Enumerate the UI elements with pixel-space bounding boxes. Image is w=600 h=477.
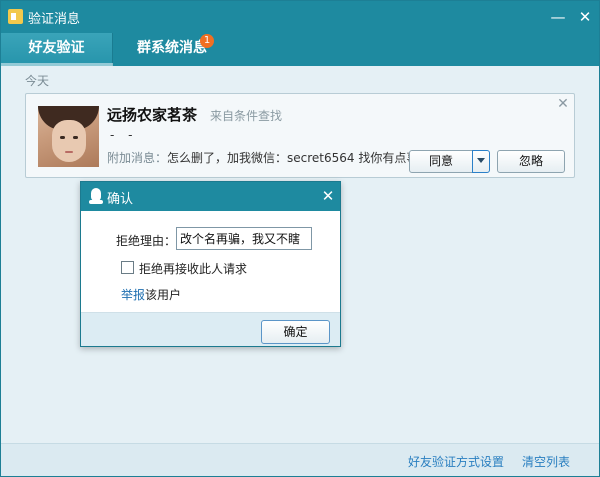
dialog-title: 确认 [107, 192, 134, 207]
minimize-button[interactable]: — [548, 7, 568, 27]
title-bar: 验证消息 — ✕ [1, 1, 599, 33]
close-icon[interactable]: ✕ [556, 97, 570, 111]
report-line: 举报该用户 [121, 286, 181, 303]
ok-button[interactable]: 确定 [261, 320, 330, 344]
extra-message: 附加消息：怎么删了，加我微信：secret6564 找你有点事 回复 [107, 149, 446, 166]
avatar-eye-right [73, 136, 78, 139]
requester-name[interactable]: 远扬农家茗茶 [107, 104, 197, 125]
report-link[interactable]: 举报 [121, 288, 145, 302]
unread-badge: 1 [200, 34, 214, 48]
penguin-icon-feet [89, 200, 103, 204]
block-requests-checkbox[interactable] [121, 261, 134, 274]
agree-dropdown-button[interactable] [472, 150, 490, 173]
block-requests-label[interactable]: 拒绝再接收此人请求 [139, 260, 247, 277]
close-window-button[interactable]: ✕ [575, 7, 595, 27]
dialog-close-button[interactable]: ✕ [320, 187, 336, 205]
extra-message-text: 怎么删了，加我微信：secret6564 找你有点事 [167, 151, 419, 165]
ignore-button[interactable]: 忽略 [497, 150, 565, 173]
verification-window: 验证消息 — ✕ 好友验证 群系统消息 1 今天 远扬农家茗茶 来自条件查找 -… [0, 0, 600, 477]
tab-bar: 好友验证 群系统消息 [1, 33, 599, 66]
clear-list-link[interactable]: 清空列表 [522, 453, 570, 470]
reason-label: 拒绝理由： [116, 234, 177, 248]
avatar[interactable] [38, 106, 99, 167]
agree-button[interactable]: 同意 [409, 150, 473, 173]
avatar-mouth [65, 151, 73, 153]
window-title: 验证消息 [28, 12, 81, 27]
extra-message-label: 附加消息： [107, 151, 168, 165]
friend-request-card: 远扬农家茗茶 来自条件查找 - - 附加消息：怎么删了，加我微信：secret6… [25, 93, 575, 178]
verification-settings-link[interactable]: 好友验证方式设置 [408, 453, 504, 470]
penguin-icon [89, 188, 103, 205]
dialog-title-bar: 确认 ✕ [81, 182, 340, 211]
chevron-down-icon [477, 158, 485, 163]
speaker-icon [8, 9, 23, 24]
avatar-face [52, 120, 86, 162]
tab-friend-verification[interactable]: 好友验证 [1, 33, 113, 66]
avatar-eye-left [60, 136, 65, 139]
requester-signature: - - [110, 128, 138, 142]
footer-bar: 好友验证方式设置 清空列表 [1, 443, 599, 476]
date-label: 今天 [25, 74, 50, 88]
confirm-dialog: 确认 ✕ 拒绝理由： 拒绝再接收此人请求 举报该用户 确定 [80, 181, 341, 347]
request-source: 来自条件查找 [210, 109, 283, 123]
report-suffix: 该用户 [145, 288, 182, 302]
reason-input[interactable] [176, 227, 312, 250]
